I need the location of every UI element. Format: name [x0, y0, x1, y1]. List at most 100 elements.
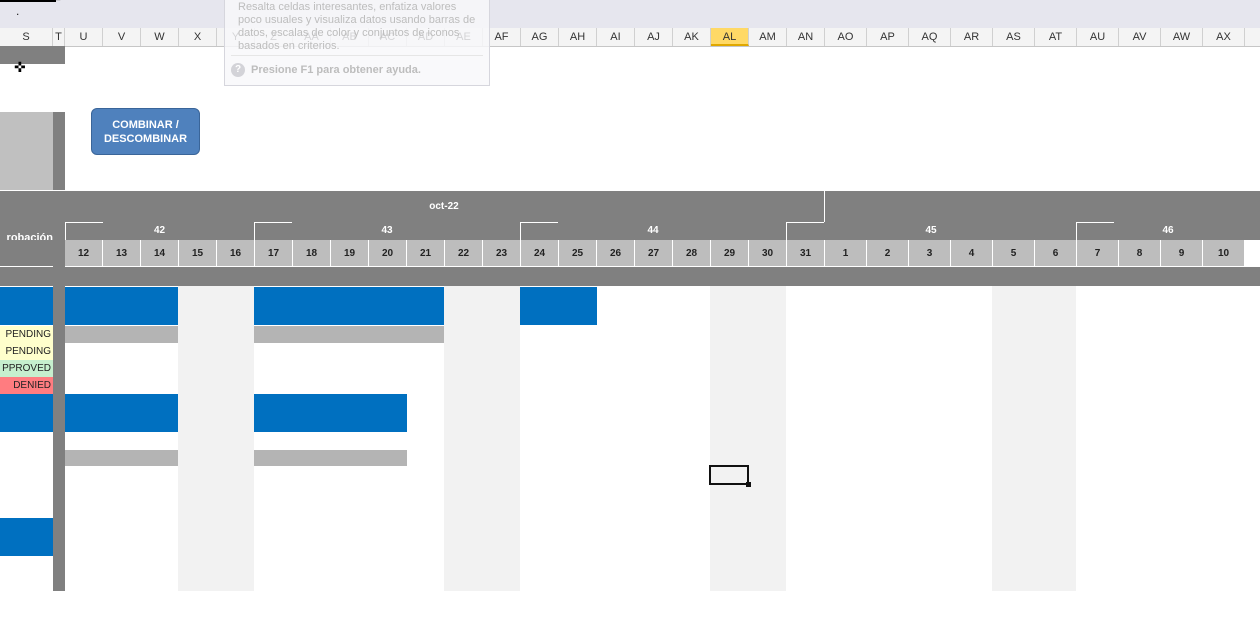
week-marker: [520, 222, 558, 223]
formula-bar-fragment: ‾: [56, 0, 60, 12]
tooltip-text: Resalta celdas interesantes, enfatiza va…: [238, 1, 476, 52]
weekend-column: [444, 286, 520, 591]
tooltip-help-text: Presione F1 para obtener ayuda.: [251, 64, 421, 76]
tooltip-divider: [231, 55, 483, 56]
day-cell[interactable]: 29: [711, 240, 749, 266]
week-label: 44: [647, 225, 659, 236]
day-cell[interactable]: 2: [867, 240, 909, 266]
day-cell[interactable]: 7: [1077, 240, 1119, 266]
week-label: 42: [153, 225, 166, 236]
approval-header-bg: [0, 240, 53, 266]
header-top-border: [0, 190, 103, 191]
day-cell[interactable]: 6: [1035, 240, 1077, 266]
day-cell[interactable]: 25: [559, 240, 597, 266]
column-header-aq[interactable]: AQ: [909, 28, 951, 46]
day-cell[interactable]: 10: [1203, 240, 1245, 266]
status-badge[interactable]: DENIED: [0, 377, 53, 394]
tooltip: Resalta celdas interesantes, enfatiza va…: [224, 0, 490, 86]
column-header-x[interactable]: X: [179, 28, 217, 46]
ribbon-strip: . ‾: [0, 0, 1260, 28]
day-cell[interactable]: 12: [65, 240, 103, 266]
column-header-aw[interactable]: AW: [1161, 28, 1203, 46]
help-icon: ?: [231, 63, 245, 77]
day-cell[interactable]: 22: [445, 240, 483, 266]
column-header-ah[interactable]: AH: [559, 28, 597, 46]
week-label: 45: [925, 225, 937, 236]
plan-bar[interactable]: [65, 450, 178, 466]
day-cell[interactable]: 17: [255, 240, 293, 266]
column-header-ar[interactable]: AR: [951, 28, 993, 46]
column-header-at[interactable]: AT: [1035, 28, 1077, 46]
day-cell[interactable]: 4: [951, 240, 993, 266]
column-header-as[interactable]: AS: [993, 28, 1035, 46]
day-cell[interactable]: 3: [909, 240, 951, 266]
week-marker: [65, 222, 103, 223]
combine-button-label: COMBINAR / DESCOMBINAR: [103, 118, 188, 145]
top-fragment: .: [16, 4, 20, 18]
day-cell[interactable]: 20: [369, 240, 407, 266]
column-header-u[interactable]: U: [65, 28, 103, 46]
column-header-am[interactable]: AM: [749, 28, 787, 46]
day-cell[interactable]: 1: [825, 240, 867, 266]
status-badge[interactable]: PPROVED: [0, 360, 53, 377]
day-cell[interactable]: 21: [407, 240, 445, 266]
day-cell[interactable]: 15: [179, 240, 217, 266]
week-marker-v: [786, 222, 787, 240]
column-header-aj[interactable]: AJ: [635, 28, 673, 46]
day-cell[interactable]: 8: [1119, 240, 1161, 266]
selected-cell[interactable]: [709, 465, 749, 485]
week-marker: [254, 222, 292, 223]
column-header-ap[interactable]: AP: [867, 28, 909, 46]
month-label: oct-22: [429, 201, 459, 212]
column-header-ao[interactable]: AO: [825, 28, 867, 46]
day-cell[interactable]: 24: [521, 240, 559, 266]
week-marker: [786, 222, 824, 223]
weekend-column: [992, 286, 1076, 591]
column-header-ag[interactable]: AG: [521, 28, 559, 46]
day-cell[interactable]: 26: [597, 240, 635, 266]
task-bar[interactable]: [520, 287, 597, 325]
plan-bar[interactable]: [65, 326, 178, 343]
week-marker-v: [1076, 222, 1077, 240]
day-cell[interactable]: 23: [483, 240, 521, 266]
column-header-ax[interactable]: AX: [1203, 28, 1245, 46]
fill-handle[interactable]: [746, 482, 751, 487]
day-cell[interactable]: 14: [141, 240, 179, 266]
task-bar[interactable]: [254, 287, 444, 325]
week-label: 43: [381, 225, 393, 236]
combine-uncombine-button[interactable]: COMBINAR / DESCOMBINAR: [91, 108, 200, 155]
column-header-ak[interactable]: AK: [673, 28, 711, 46]
column-header-ai[interactable]: AI: [597, 28, 635, 46]
task-row-left: [0, 518, 53, 556]
column-header-al[interactable]: AL: [711, 28, 749, 46]
column-header-v[interactable]: V: [103, 28, 141, 46]
column-header-an[interactable]: AN: [787, 28, 825, 46]
status-badge[interactable]: PENDING: [0, 343, 53, 360]
day-cell[interactable]: 31: [787, 240, 825, 266]
column-header-av[interactable]: AV: [1119, 28, 1161, 46]
plan-bar[interactable]: [254, 326, 444, 343]
task-bar[interactable]: [254, 394, 407, 432]
day-cell[interactable]: 16: [217, 240, 255, 266]
week-marker: [1076, 222, 1114, 223]
day-cell[interactable]: 30: [749, 240, 787, 266]
day-cell[interactable]: 5: [993, 240, 1035, 266]
task-bar[interactable]: [65, 287, 178, 325]
column-header-w[interactable]: W: [141, 28, 179, 46]
day-cell[interactable]: 28: [673, 240, 711, 266]
name-box-edge: [0, 0, 56, 2]
column-header-t[interactable]: T: [53, 28, 65, 46]
day-cell[interactable]: 19: [331, 240, 369, 266]
column-header-s[interactable]: S: [0, 28, 53, 46]
task-row-left: [0, 394, 53, 432]
column-header-au[interactable]: AU: [1077, 28, 1119, 46]
task-bar[interactable]: [65, 394, 178, 432]
plan-bar[interactable]: [254, 450, 407, 466]
status-badge[interactable]: PENDING: [0, 326, 53, 343]
week-label: 46: [1162, 225, 1174, 236]
day-cell[interactable]: 9: [1161, 240, 1203, 266]
day-cell[interactable]: 13: [103, 240, 141, 266]
day-cell[interactable]: 18: [293, 240, 331, 266]
day-cell[interactable]: 27: [635, 240, 673, 266]
left-panel-block: [0, 112, 53, 190]
